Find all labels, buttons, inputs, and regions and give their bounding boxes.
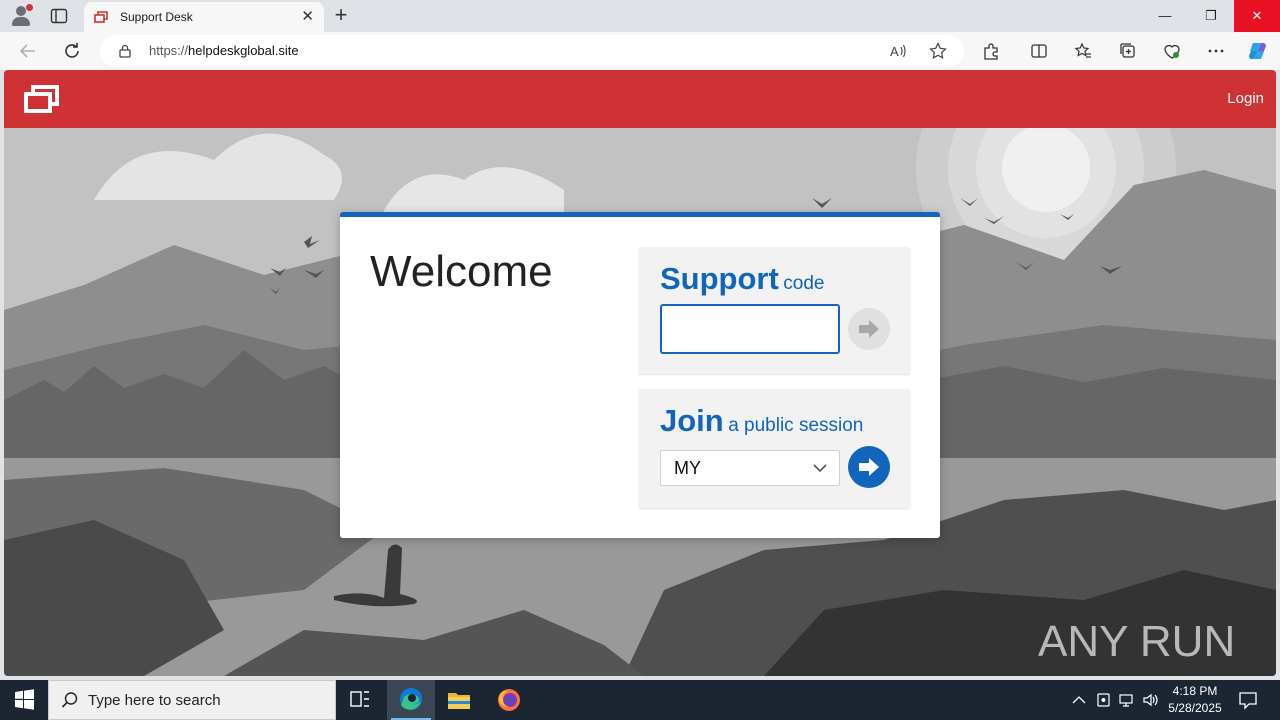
network-icon[interactable]: [1118, 691, 1136, 709]
more-icon[interactable]: [1207, 42, 1225, 60]
favicon-icon: [94, 11, 108, 23]
back-icon[interactable]: [17, 40, 39, 62]
lock-icon[interactable]: [118, 44, 132, 58]
arrow-right-icon: [859, 458, 879, 476]
join-session-button[interactable]: [848, 446, 890, 488]
favorites-icon[interactable]: [1074, 42, 1092, 60]
join-session-title: Join a public session: [660, 403, 864, 438]
web-page: Login Welcome Support code Join a public…: [4, 70, 1276, 676]
firefox-icon[interactable]: [485, 680, 533, 720]
support-code-submit-button[interactable]: [848, 308, 890, 350]
address-bar[interactable]: https://helpdeskglobal.site A: [100, 35, 964, 67]
url-text: https://helpdeskglobal.site: [149, 43, 299, 58]
login-link[interactable]: Login: [1227, 90, 1264, 107]
windows-start-icon[interactable]: [0, 680, 48, 720]
taskbar-search-box[interactable]: Type here to search: [48, 680, 336, 720]
welcome-dialog: Welcome Support code Join a public sessi…: [340, 212, 940, 538]
favorite-star-icon[interactable]: [929, 42, 947, 60]
meet-now-icon[interactable]: [1095, 691, 1113, 709]
new-tab-button[interactable]: +: [330, 4, 352, 26]
welcome-heading: Welcome: [370, 247, 553, 296]
task-view-icon[interactable]: [336, 680, 384, 720]
clock-time: 4:18 PM: [1172, 684, 1218, 698]
clock-date: 5/28/2025: [1168, 701, 1222, 715]
edge-taskbar-button[interactable]: [387, 680, 435, 720]
site-header: Login: [4, 70, 1276, 128]
watermark-any: ANY RUN: [1038, 617, 1235, 666]
session-select-value: MY: [674, 458, 701, 478]
system-clock[interactable]: 4:18 PM 5/28/2025: [1160, 683, 1230, 717]
close-window-button[interactable]: ✕: [1234, 0, 1280, 32]
svg-text:A: A: [890, 44, 899, 59]
search-icon: [61, 692, 78, 708]
tab-close-button[interactable]: ✕: [301, 9, 314, 25]
refresh-icon[interactable]: [61, 40, 83, 62]
split-screen-icon[interactable]: [1030, 42, 1048, 60]
minimize-button[interactable]: —: [1142, 0, 1188, 32]
file-explorer-icon[interactable]: [435, 680, 483, 720]
anyrun-watermark: ANY RUN: [1038, 617, 1235, 666]
chevron-down-icon: [813, 464, 827, 473]
collections-icon[interactable]: [1119, 42, 1137, 60]
browser-tab-strip: Support Desk ✕ + — ❐ ✕: [0, 0, 1280, 32]
profile-icon[interactable]: [8, 4, 34, 28]
windows-taskbar: Type here to search 4:18 PM 5/28/2025: [0, 680, 1280, 720]
join-session-panel: Join a public session MY: [639, 389, 910, 508]
browser-toolbar: https://helpdeskglobal.site A: [0, 32, 1280, 70]
support-code-input[interactable]: [660, 304, 840, 354]
extensions-icon[interactable]: [982, 42, 1000, 60]
notification-icon[interactable]: [1238, 690, 1258, 710]
tray-chevron-icon[interactable]: [1070, 691, 1088, 709]
restore-button[interactable]: ❐: [1188, 0, 1234, 32]
brand-logo[interactable]: [24, 84, 60, 114]
search-placeholder: Type here to search: [88, 692, 221, 709]
arrow-right-icon: [859, 320, 879, 338]
tab-title: Support Desk: [120, 10, 193, 24]
support-code-title: Support code: [660, 261, 825, 296]
support-code-panel: Support code: [639, 247, 910, 374]
session-select[interactable]: MY: [660, 450, 840, 486]
copilot-icon[interactable]: [1247, 40, 1269, 62]
browser-essentials-icon[interactable]: [1163, 42, 1181, 60]
tab-actions-icon[interactable]: [50, 8, 68, 24]
read-aloud-icon[interactable]: A: [889, 42, 907, 60]
volume-icon[interactable]: [1142, 691, 1160, 709]
edge-icon: [400, 688, 422, 710]
tab-support-desk[interactable]: Support Desk ✕: [84, 2, 324, 32]
